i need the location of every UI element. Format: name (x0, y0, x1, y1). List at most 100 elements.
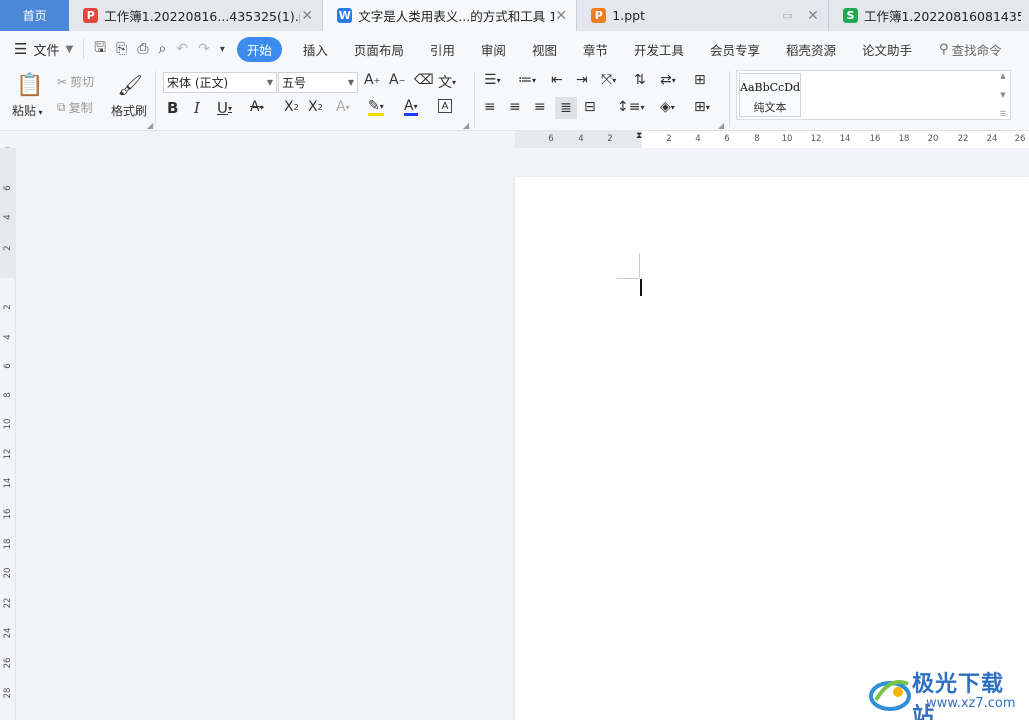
tab-references[interactable]: 引用 (430, 40, 455, 59)
styles-gallery: AaBbCcDd 纯文本 ▲ ▼ ☰ (736, 70, 1011, 120)
align-right-icon[interactable]: ≡ (534, 99, 546, 115)
bold-icon[interactable]: B (167, 99, 178, 117)
subscript-icon[interactable]: X2 (308, 99, 323, 115)
tab-member[interactable]: 会员专享 (710, 40, 760, 59)
vertical-ruler[interactable]: 6 4 2 2 4 6 8 10 12 14 16 18 20 22 24 26… (0, 148, 16, 720)
style-plain-text[interactable]: AaBbCcDd 纯文本 (739, 73, 801, 117)
tab-start[interactable]: 开始 (236, 36, 282, 62)
tab-pdf[interactable]: P 工作簿1.20220816...435325(1).pdf ✕ (69, 0, 324, 31)
tab-review[interactable]: 审阅 (481, 40, 506, 59)
font-size-select[interactable]: 五号 ▼ (278, 72, 358, 93)
export-pdf-icon[interactable]: ⎘ (116, 41, 127, 57)
line-spacing-icon[interactable]: ↕≡ ▾ (617, 99, 644, 115)
close-icon[interactable]: ✕ (806, 8, 820, 24)
ruler-tick: 4 (3, 214, 13, 220)
redo-icon[interactable]: ↷ (198, 41, 210, 57)
justify-icon[interactable]: ≣ (555, 97, 577, 119)
phonetic-guide-icon[interactable]: 文 ▾ (438, 72, 456, 92)
distribute-icon[interactable]: ⊟ (584, 99, 596, 115)
font-color-icon[interactable]: A ▾ (404, 98, 418, 116)
print-preview-icon[interactable]: ⌕ (159, 41, 167, 57)
style-name: 纯文本 (753, 101, 787, 114)
ruler-tick: 10 (781, 134, 793, 144)
paragraph-group-expand[interactable]: ◢ (718, 121, 724, 130)
format-painter-button[interactable]: 格式刷 (111, 102, 147, 119)
spreadsheet-icon: S (843, 8, 858, 23)
text-effect-icon[interactable]: A ▾ (336, 99, 350, 115)
save-icon[interactable]: 🖫 (94, 37, 106, 61)
text-direction-icon[interactable]: ⇄ ▾ (660, 72, 676, 88)
copy-button[interactable]: ⧉ 复制 (57, 99, 93, 116)
menu-icon: ☰ (14, 40, 28, 58)
close-icon[interactable]: ✕ (300, 8, 314, 24)
document-page[interactable] (515, 177, 1029, 720)
print-icon[interactable]: ⎙ (137, 41, 148, 57)
highlight-icon[interactable]: ✎ ▾ (368, 98, 384, 116)
char-border-icon[interactable]: A (438, 99, 452, 113)
underline-icon[interactable]: U ▾ (217, 99, 232, 117)
paste-button[interactable]: 粘贴 ▾ (12, 102, 43, 119)
ruler-tick: 16 (3, 508, 13, 520)
tab-insert[interactable]: 插入 (303, 40, 328, 59)
strikethrough-icon[interactable]: A ▾ (250, 99, 264, 115)
ruler-tick: 6 (724, 134, 730, 144)
ruler-tick: 2 (3, 304, 13, 310)
chevron-up-icon[interactable]: ▲ (1000, 72, 1005, 80)
clipboard-group-expand[interactable]: ◢ (147, 121, 153, 130)
customize-icon[interactable]: ▾ (220, 44, 225, 55)
cut-button[interactable]: ✂ 剪切 (57, 73, 94, 90)
ruler-tick: 12 (810, 134, 822, 144)
font-group-expand[interactable]: ◢ (463, 121, 469, 130)
more-icon[interactable]: ☰ (1000, 110, 1006, 118)
grow-font-icon[interactable]: A + (364, 72, 380, 88)
chinese-layout-icon[interactable]: ⤧ ▾ (601, 72, 616, 88)
command-search[interactable]: ⚲ 查找命令 (939, 40, 1002, 59)
window-icon[interactable]: ▭ (782, 9, 796, 22)
tab-thesis-assistant[interactable]: 论文助手 (862, 40, 912, 59)
close-icon[interactable]: ✕ (554, 8, 568, 24)
bullet-list-icon[interactable]: ☰ ▾ (484, 72, 501, 88)
tab-page-layout[interactable]: 页面布局 (354, 40, 404, 59)
borders-icon[interactable]: ⊞ ▾ (694, 99, 710, 115)
shrink-font-icon[interactable]: A − (389, 72, 405, 88)
tab-ppt[interactable]: P 1.ppt ▭ ✕ (577, 0, 829, 31)
horizontal-ruler[interactable]: 6 4 2 2 4 6 8 10 12 14 16 18 20 22 24 26… (0, 131, 1029, 148)
ruler-tick: 2 (3, 245, 13, 251)
align-left-icon[interactable]: ≡ (484, 99, 496, 115)
ruler-tick: 24 (986, 134, 998, 144)
text-caret (640, 279, 642, 296)
ruler-tick: 20 (3, 567, 13, 579)
undo-icon[interactable]: ↶ (176, 41, 188, 57)
font-name-select[interactable]: 宋体 (正文) ▼ (163, 72, 277, 93)
tab-sections[interactable]: 章节 (583, 40, 608, 59)
watermark-url: www.xz7.com (926, 696, 1016, 711)
sort-icon[interactable]: ⇅ (634, 72, 646, 88)
tab-developer[interactable]: 开发工具 (634, 40, 684, 59)
file-menu[interactable]: ☰ 文件 ▼ (0, 40, 83, 59)
numbered-list-icon[interactable]: ≔ ▾ (518, 72, 536, 88)
superscript-icon[interactable]: X2 (284, 99, 299, 115)
indent-marker[interactable]: ⧗ (636, 131, 642, 141)
ruler-tick: 20 (927, 134, 939, 144)
increase-indent-icon[interactable]: ⇥ (576, 72, 588, 88)
decrease-indent-icon[interactable]: ⇤ (551, 72, 563, 88)
ruler-tick: 12 (3, 448, 13, 460)
shading-icon[interactable]: ◈ ▾ (660, 99, 675, 115)
styles-scroll[interactable]: ▲ ▼ ☰ (997, 72, 1009, 118)
tab-view[interactable]: 视图 (532, 40, 557, 59)
align-center-icon[interactable]: ≡ (509, 99, 521, 115)
paste-icon[interactable]: 📋 (16, 71, 44, 99)
format-painter-icon[interactable]: 🖌 (117, 71, 142, 99)
clear-format-icon[interactable]: ⌫ (414, 72, 434, 88)
tab-document[interactable]: W 文字是人类用表义...的方式和工具 1 ✕ (323, 0, 578, 31)
show-marks-icon[interactable]: ⊞ (694, 72, 706, 88)
tab-home[interactable]: 首页 (0, 0, 70, 31)
presentation-icon: P (591, 8, 607, 23)
chevron-down-icon[interactable]: ▼ (1000, 91, 1005, 99)
file-menu-label: 文件 (33, 43, 60, 59)
italic-icon[interactable]: I (194, 99, 200, 117)
ruler-tick: 4 (695, 134, 701, 144)
margin-guide (617, 278, 639, 279)
tab-docer-resources[interactable]: 稻壳资源 (786, 40, 836, 59)
tab-spreadsheet[interactable]: S 工作簿1.20220816081435325 (829, 0, 1029, 31)
